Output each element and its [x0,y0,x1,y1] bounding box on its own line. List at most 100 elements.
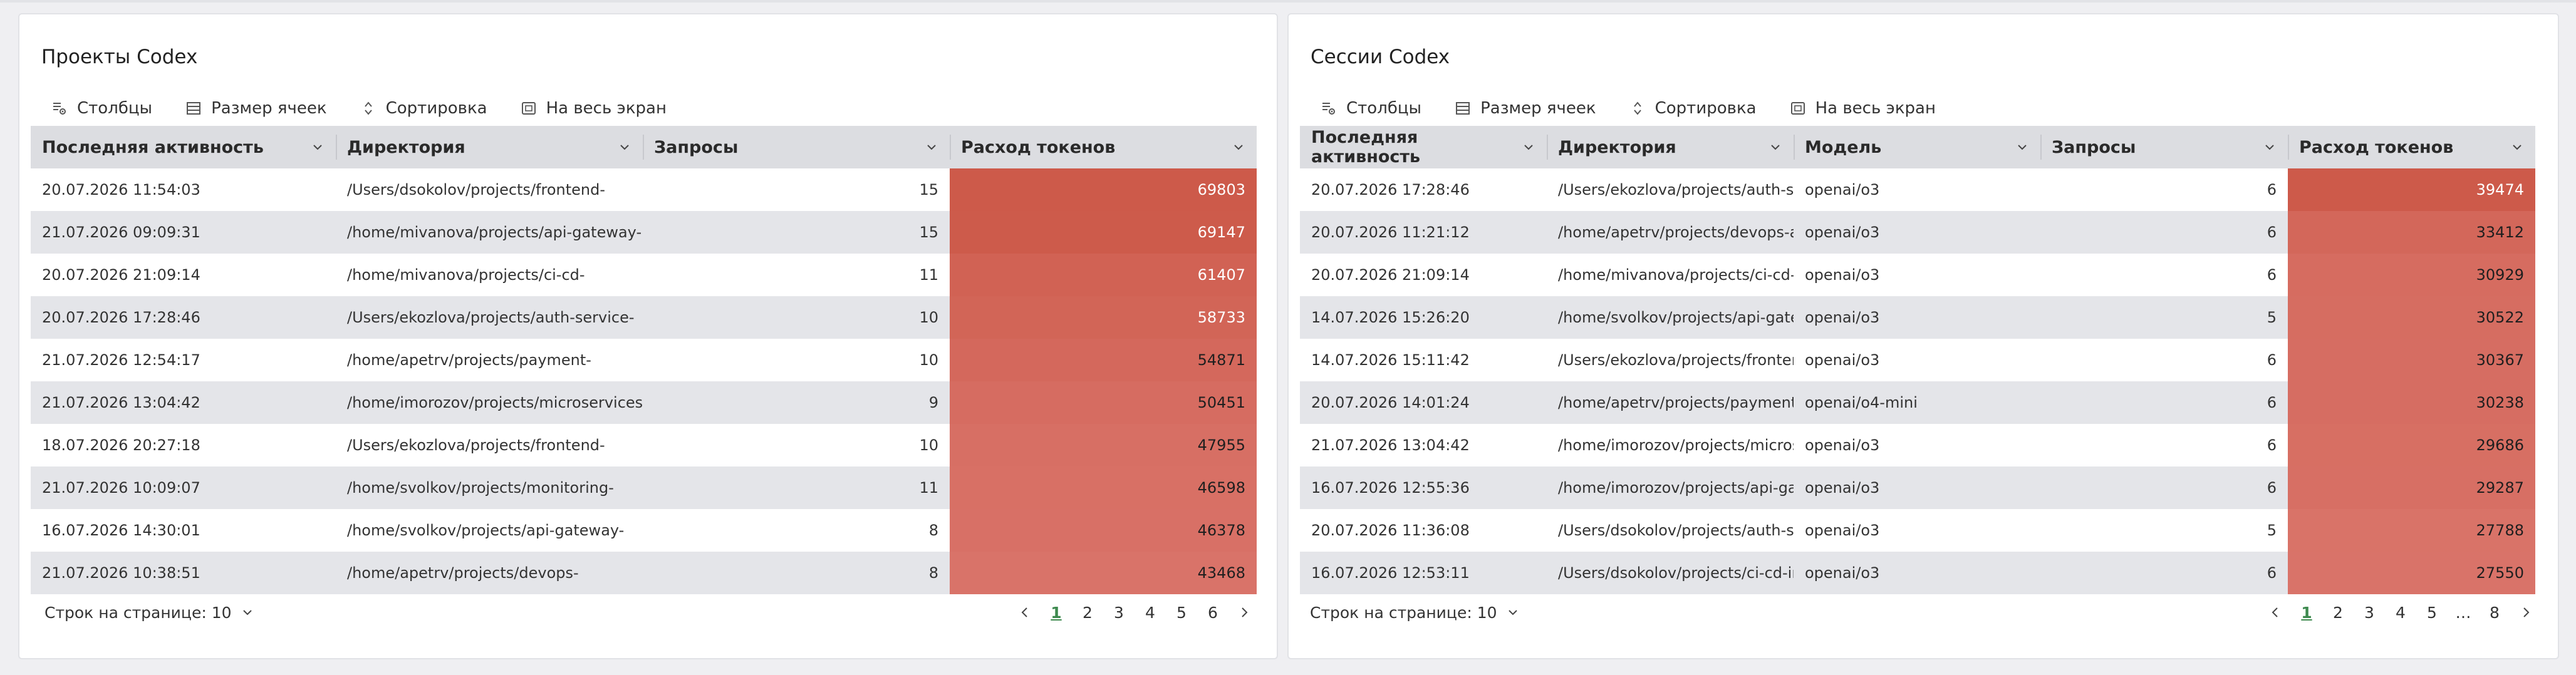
columns-icon [1320,100,1337,117]
chevron-down-icon [1508,610,1517,616]
fullscreen-icon [1789,100,1807,117]
page-number[interactable]: 5 [2416,604,2448,622]
fullscreen-button[interactable]: На весь экран [520,99,667,118]
table-row[interactable]: 16.07.2026 12:55:36/home/imorozov/projec… [1300,466,2535,509]
cell-requests: 10 [919,436,938,454]
table-row[interactable]: 21.07.2026 13:04:42/home/imorozov/projec… [1300,424,2535,466]
table-row[interactable]: 20.07.2026 17:28:46/Users/ekozlova/proje… [31,296,1257,339]
page-number[interactable]: 1 [1041,604,1072,622]
table-row[interactable]: 21.07.2026 09:09:31/home/mivanova/projec… [31,211,1257,254]
cell-time: 20.07.2026 17:28:46 [42,309,200,326]
table-row[interactable]: 14.07.2026 15:11:42/Users/ekozlova/proje… [1300,339,2535,381]
rows-per-page-select[interactable]: Строк на странице: 10 [1310,597,1520,628]
cell-tokens: 69147 [950,211,1257,254]
page-number[interactable]: 2 [2322,604,2354,622]
table-row[interactable]: 14.07.2026 15:26:20/home/svolkov/project… [1300,296,2535,339]
panel-title: Сессии Codex [1311,46,1450,68]
next-page-button[interactable] [1228,605,1260,619]
table-row[interactable]: 16.07.2026 14:30:01/home/svolkov/project… [31,509,1257,552]
page-number[interactable]: 3 [1103,604,1135,622]
table-row[interactable]: 21.07.2026 13:04:42/home/imorozov/projec… [31,381,1257,424]
columns-button[interactable]: Столбцы [51,99,152,118]
next-page-button[interactable] [2510,605,2542,619]
cell-requests: 5 [2267,309,2277,326]
cell-time: 21.07.2026 13:04:42 [1311,436,1470,454]
cell-tokens: 46378 [950,509,1257,552]
cell-requests: 5 [2267,522,2277,539]
table-header: Последняя активность Директория Запросы … [31,126,1257,168]
page-number[interactable]: 4 [1135,604,1166,622]
page-number[interactable]: 6 [1197,604,1228,622]
fullscreen-icon [520,100,538,117]
table-row[interactable]: 20.07.2026 21:09:14/home/mivanova/projec… [31,254,1257,296]
header-model[interactable]: Модель [1794,126,2040,168]
table-row[interactable]: 16.07.2026 12:53:11/Users/dsokolov/proje… [1300,552,2535,594]
cell-tokens: 33412 [2288,211,2535,254]
chevron-down-icon [2018,145,2027,150]
header-token-usage[interactable]: Расход токенов [950,126,1257,168]
cell-tokens: 46598 [950,466,1257,509]
cell-tokens: 39474 [2288,168,2535,211]
table-row[interactable]: 21.07.2026 12:54:17/home/apetrv/projects… [31,339,1257,381]
prev-page-button[interactable] [1009,605,1041,619]
sort-label: Сортировка [385,99,487,118]
sort-button[interactable]: Сортировка [360,99,487,118]
page-number[interactable]: 4 [2385,604,2416,622]
cell-tokens: 29686 [2288,424,2535,466]
cell-dir: /home/imorozov/projects/micros [1558,436,1794,454]
cell-requests: 6 [2267,564,2277,582]
rows-per-page-select[interactable]: Строк на странице: 10 [44,597,254,628]
cell-time: 14.07.2026 15:11:42 [1311,351,1470,369]
cell-size-button[interactable]: Размер ячеек [185,99,327,118]
sort-icon [1629,100,1646,117]
cell-dir: /Users/ekozlova/projects/auth-service- [347,309,635,326]
page-number[interactable]: 5 [1166,604,1197,622]
table-row[interactable]: 20.07.2026 11:36:08/Users/dsokolov/proje… [1300,509,2535,552]
cell-size-button[interactable]: Размер ячеек [1454,99,1596,118]
table-toolbar: Столбцы Размер ячеек Сортировка На весь … [51,91,699,126]
sort-button[interactable]: Сортировка [1629,99,1757,118]
cell-time: 20.07.2026 11:36:08 [1311,522,1470,539]
chevron-down-icon [242,610,252,616]
cell-tokens: 69803 [950,168,1257,211]
cell-dir: /home/imorozov/projects/microservices- [347,394,643,411]
header-last-activity[interactable]: Последняя активность [1300,126,1547,168]
header-directory[interactable]: Директория [336,126,643,168]
cell-tokens: 29287 [2288,466,2535,509]
table-row[interactable]: 18.07.2026 20:27:18/Users/ekozlova/proje… [31,424,1257,466]
columns-button[interactable]: Столбцы [1320,99,1421,118]
table-row[interactable]: 20.07.2026 21:09:14/home/mivanova/projec… [1300,254,2535,296]
columns-label: Столбцы [77,99,153,118]
header-last-activity[interactable]: Последняя активность [31,126,336,168]
cell-requests: 6 [2267,351,2277,369]
table-row[interactable]: 21.07.2026 10:09:07/home/svolkov/project… [31,466,1257,509]
table-body: 20.07.2026 17:28:46/Users/ekozlova/proje… [1300,168,2535,594]
page-number[interactable]: 3 [2354,604,2385,622]
chevron-down-icon [620,145,629,150]
cell-time: 20.07.2026 17:28:46 [1311,181,1470,198]
fullscreen-label: На весь экран [1815,99,1936,118]
cell-model: openai/o3 [1805,564,1880,582]
page-number[interactable]: 8 [2479,604,2510,622]
cell-dir: /home/svolkov/projects/api-gateway- [347,522,625,539]
table-row[interactable]: 20.07.2026 14:01:24/home/apetrv/projects… [1300,381,2535,424]
table-row[interactable]: 20.07.2026 17:28:46/Users/ekozlova/proje… [1300,168,2535,211]
table-row[interactable]: 20.07.2026 11:54:03/Users/dsokolov/proje… [31,168,1257,211]
cell-requests: 8 [928,564,938,582]
cell-time: 21.07.2026 10:09:07 [42,479,200,497]
table-row[interactable]: 21.07.2026 10:38:51/home/apetrv/projects… [31,552,1257,594]
header-requests[interactable]: Запросы [643,126,950,168]
sessions-panel: Сессии Codex Столбцы Размер ячеек Сортир… [1287,13,2559,659]
cell-requests: 10 [919,351,938,369]
cell-requests: 6 [2267,479,2277,497]
header-requests[interactable]: Запросы [2040,126,2288,168]
prev-page-button[interactable] [2260,605,2291,619]
cell-dir: /home/mivanova/projects/api-gateway- [347,224,642,241]
page-number[interactable]: 2 [1072,604,1103,622]
fullscreen-button[interactable]: На весь экран [1789,99,1936,118]
table-row[interactable]: 20.07.2026 11:21:12/home/apetrv/projects… [1300,211,2535,254]
header-token-usage[interactable]: Расход токенов [2288,126,2535,168]
page-number[interactable]: 1 [2291,604,2322,622]
chevron-down-icon [2513,145,2521,150]
header-directory[interactable]: Директория [1547,126,1794,168]
